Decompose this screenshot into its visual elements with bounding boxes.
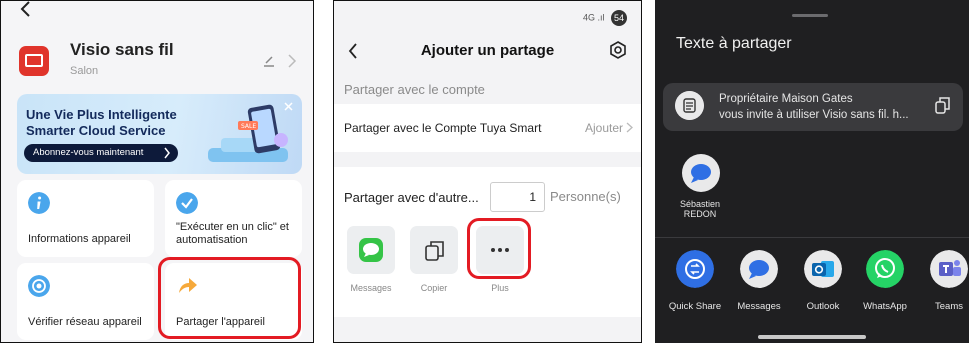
chevron-right-icon [626,122,633,133]
app-whatsapp-label: WhatsApp [863,301,907,312]
app-messages[interactable]: Messages [729,250,789,312]
messages-icon [691,164,711,183]
share-copy-label: Copier [420,283,448,293]
signal-icon: .ıl [597,12,605,23]
network-icon [28,275,50,297]
back-arrow-icon[interactable] [19,1,33,19]
contact-first-name: Sébastien [679,199,721,209]
status-bar: 4G .ıl 54 [583,10,627,26]
share-sheet-panel: Texte à partager Propriétaire Maison Gat… [655,0,969,343]
app-outlook[interactable]: Outlook [793,250,853,312]
banner-subheadline: Smarter Cloud Service [26,123,166,138]
battery-badge: 54 [611,10,627,26]
app-teams[interactable]: Teams [919,250,969,312]
divider [655,237,969,238]
edit-icon[interactable] [262,55,276,67]
highlight-more-button [467,218,531,279]
drag-handle[interactable] [792,14,828,17]
shared-text-card: Propriétaire Maison Gates vous invite à … [663,83,963,131]
automation-card[interactable]: "Exécuter en un clic" et automatisation [165,180,302,257]
add-action-label: Ajouter [584,121,623,135]
share-copy-button[interactable] [410,226,458,274]
app-quick-share-label: Quick Share [668,301,722,312]
gesture-bar [758,335,866,339]
add-share-panel: 4G .ıl 54 Ajouter un partage Partager av… [333,0,642,343]
automation-label-line1: "Exécuter en un clic" et [176,221,289,233]
quick-share-icon [676,250,714,288]
sale-tag: SALE [241,123,256,130]
device-icon [19,46,49,76]
device-info-card[interactable]: Informations appareil [17,180,154,257]
shared-text-line2: vous invite à utiliser Visio sans fil. h… [719,109,909,121]
device-room: Salon [70,65,99,77]
device-panel: Visio sans fil Salon Une Vie Plus Intell… [0,0,314,343]
messages-icon [740,250,778,288]
automation-label-line2: automatisation [176,234,248,246]
share-others-label: Partager avec d'autre... [344,190,479,205]
share-messages-label: Messages [350,283,392,293]
app-whatsapp[interactable]: WhatsApp [855,250,915,312]
share-sheet-title: Texte à partager [676,35,792,52]
chevron-right-icon[interactable] [287,54,297,68]
gear-icon[interactable] [609,41,627,59]
app-teams-label: Teams [935,301,963,312]
highlight-share-device [158,257,301,339]
app-quick-share[interactable]: Quick Share [665,250,725,312]
app-messages-label: Messages [737,301,781,312]
app-outlook-label: Outlook [806,301,840,312]
contact-sebastien[interactable]: Sébastien REDON [675,154,729,219]
copy-icon [425,241,444,261]
device-info-label: Informations appareil [28,233,131,245]
share-tuya-account-label: Partager avec le Compte Tuya Smart [344,121,542,135]
check-shield-icon [176,192,198,214]
network-check-card[interactable]: Vérifier réseau appareil [17,263,154,340]
close-icon[interactable] [284,102,293,111]
share-more-label: Plus [491,283,509,293]
document-icon [675,91,704,120]
share-messages-button[interactable] [347,226,395,274]
subscribe-button[interactable]: Abonnez-vous maintenant [24,144,178,162]
contact-avatar [682,154,720,192]
whatsapp-icon [866,250,904,288]
section-account-label: Partager avec le compte [344,82,485,97]
copy-icon[interactable] [935,97,950,114]
quantity-field[interactable]: 1 [490,182,545,212]
share-tuya-account-row[interactable]: Partager avec le Compte Tuya Smart Ajout… [334,104,641,152]
network-indicator: 4G [582,12,595,23]
page-title: Ajouter un partage [420,42,555,59]
subscribe-button-label: Abonnez-vous maintenant [33,147,144,158]
info-icon [28,192,50,214]
teams-icon [930,250,968,288]
network-check-label: Vérifier réseau appareil [28,316,142,328]
messages-icon [359,238,383,262]
quantity-value: 1 [529,190,536,204]
shared-text-line1: Propriétaire Maison Gates [719,93,853,105]
automation-label: "Exécuter en un clic" et automatisation [176,221,289,247]
banner-headline: Une Vie Plus Intelligente [26,107,177,122]
outlook-icon [804,250,842,288]
contact-last-name: REDON [683,209,717,219]
promo-banner[interactable]: Une Vie Plus Intelligente Smarter Cloud … [17,94,302,174]
quantity-unit: Personne(s) [550,189,621,204]
device-title: Visio sans fil [70,40,174,59]
chevron-right-icon [164,147,170,159]
